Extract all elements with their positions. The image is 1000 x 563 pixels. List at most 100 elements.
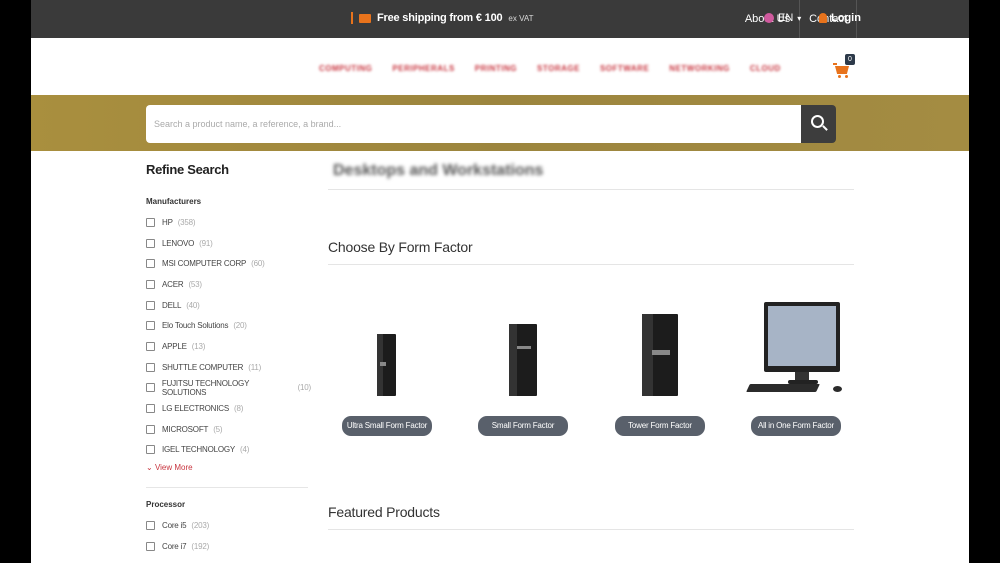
filter-sidebar: Refine Search Manufacturers HP (358) LENO… xyxy=(146,162,311,557)
filter-apple[interactable]: APPLE (13) xyxy=(146,336,311,357)
search-band: Search a product name, a reference, a br… xyxy=(31,95,969,151)
search-button[interactable] xyxy=(801,105,836,143)
filter-lg[interactable]: LG ELECTRONICS (8) xyxy=(146,398,311,419)
category-title: Desktops and Workstations xyxy=(333,162,544,179)
filter-count: (91) xyxy=(199,238,213,248)
chevron-down-icon: ⌄ xyxy=(146,463,153,473)
all-in-one-pc-image[interactable] xyxy=(764,302,840,372)
filter-label: IGEL TECHNOLOGY xyxy=(162,445,236,455)
filter-core-i5[interactable]: Core i5 (203) xyxy=(146,515,311,536)
filter-label: Core i5 xyxy=(162,521,187,531)
checkbox[interactable] xyxy=(146,279,155,289)
login-link[interactable]: Login xyxy=(819,12,861,24)
tower-pc-image[interactable] xyxy=(642,314,678,396)
search-input[interactable]: Search a product name, a reference, a br… xyxy=(146,105,801,143)
filter-label: MSI COMPUTER CORP xyxy=(162,259,247,269)
filter-hp[interactable]: HP (358) xyxy=(146,212,311,233)
checkbox[interactable] xyxy=(146,445,155,455)
filter-dell[interactable]: DELL (40) xyxy=(146,295,311,316)
top-bar: Free shipping from € 100 ex VAT About Us… xyxy=(31,0,969,38)
mouse-image xyxy=(833,386,842,392)
user-icon xyxy=(819,13,827,23)
checkbox[interactable] xyxy=(146,259,155,269)
checkbox[interactable] xyxy=(146,321,155,331)
nav-item-cloud[interactable]: CLOUD xyxy=(750,64,781,73)
filter-label: APPLE xyxy=(162,341,187,351)
filter-count: (11) xyxy=(248,362,262,372)
checkbox[interactable] xyxy=(146,383,155,393)
filter-label: MICROSOFT xyxy=(162,424,209,434)
checkbox[interactable] xyxy=(146,341,155,351)
featured-products-title: Featured Products xyxy=(328,504,440,520)
filter-igel[interactable]: IGEL TECHNOLOGY (4) xyxy=(146,440,311,461)
nav-item-software[interactable]: SOFTWARE xyxy=(600,64,649,73)
filter-label: LG ELECTRONICS xyxy=(162,404,229,414)
shipping-text: Free shipping from € 100 xyxy=(377,12,503,24)
nav-menu: COMPUTING PERIPHERALS PRINTING STORAGE S… xyxy=(319,64,781,73)
filter-count: (358) xyxy=(177,217,196,227)
filter-msi[interactable]: MSI COMPUTER CORP (60) xyxy=(146,253,311,274)
filter-count: (5) xyxy=(213,424,223,434)
language-selector[interactable]: EN ▾ xyxy=(764,12,801,24)
filter-label: HP xyxy=(162,217,173,227)
keyboard-image xyxy=(746,384,820,392)
nav-item-printing[interactable]: PRINTING xyxy=(475,64,517,73)
shipping-banner: Free shipping from € 100 ex VAT xyxy=(351,12,533,24)
nav-item-storage[interactable]: STORAGE xyxy=(537,64,580,73)
filter-label: SHUTTLE COMPUTER xyxy=(162,362,244,372)
cart-count-badge: 0 xyxy=(845,54,855,65)
processor-title: Processor xyxy=(146,500,186,510)
language-label: EN xyxy=(778,12,794,24)
divider xyxy=(351,12,353,24)
filter-label: ACER xyxy=(162,279,184,289)
nav-item-computing[interactable]: COMPUTING xyxy=(319,64,372,73)
view-more-label: View More xyxy=(154,463,193,473)
filter-core-i7[interactable]: Core i7 (192) xyxy=(146,536,311,557)
nav-item-peripherals[interactable]: PERIPHERALS xyxy=(392,64,454,73)
filter-microsoft[interactable]: MICROSOFT (5) xyxy=(146,419,311,440)
checkbox[interactable] xyxy=(146,424,155,434)
page: Free shipping from € 100 ex VAT About Us… xyxy=(31,0,969,563)
form-factor-title: Choose By Form Factor xyxy=(328,239,473,255)
checkbox[interactable] xyxy=(146,404,155,414)
filter-label: DELL xyxy=(162,300,182,310)
checkbox[interactable] xyxy=(146,300,155,310)
filter-elo[interactable]: Elo Touch Solutions (20) xyxy=(146,315,311,336)
view-more-link[interactable]: ⌄ View More xyxy=(146,463,311,472)
filter-count: (8) xyxy=(234,404,244,414)
small-pc-image[interactable] xyxy=(509,324,537,396)
checkbox[interactable] xyxy=(146,217,155,227)
checkbox[interactable] xyxy=(146,541,155,551)
filter-label: LENOVO xyxy=(162,238,195,248)
filter-count: (60) xyxy=(251,259,265,269)
checkbox[interactable] xyxy=(146,238,155,248)
filter-label: Core i7 xyxy=(162,541,187,551)
small-form-factor-button[interactable]: Small Form Factor xyxy=(478,416,568,436)
filter-count: (13) xyxy=(191,341,206,351)
filter-count: (53) xyxy=(188,279,202,289)
checkbox[interactable] xyxy=(146,521,155,531)
chevron-down-icon: ▾ xyxy=(797,13,802,23)
checkbox[interactable] xyxy=(146,362,155,372)
filter-lenovo[interactable]: LENOVO (91) xyxy=(146,233,311,254)
nav-item-networking[interactable]: NETWORKING xyxy=(669,64,730,73)
divider xyxy=(146,487,308,489)
ultra-small-pc-image[interactable] xyxy=(377,334,396,396)
filter-label: FUJITSU TECHNOLOGY SOLUTIONS xyxy=(161,378,250,397)
filter-count: (40) xyxy=(186,300,200,310)
all-in-one-form-factor-button[interactable]: All in One Form Factor xyxy=(751,416,841,436)
filter-count: (4) xyxy=(240,445,250,455)
filter-acer[interactable]: ACER (53) xyxy=(146,274,311,295)
filter-count: (10) xyxy=(297,383,312,393)
filter-label: Elo Touch Solutions xyxy=(162,321,229,331)
tower-form-factor-button[interactable]: Tower Form Factor xyxy=(615,416,705,436)
filter-shuttle[interactable]: SHUTTLE COMPUTER (11) xyxy=(146,357,311,378)
divider xyxy=(328,529,854,530)
divider xyxy=(328,264,854,265)
ultra-small-form-factor-button[interactable]: Ultra Small Form Factor xyxy=(342,416,432,436)
filter-fujitsu[interactable]: FUJITSU TECHNOLOGY SOLUTIONS (10) xyxy=(146,378,311,399)
shipping-suffix: ex VAT xyxy=(508,13,534,23)
main-nav: COMPUTING PERIPHERALS PRINTING STORAGE S… xyxy=(31,38,969,95)
divider xyxy=(328,189,854,190)
globe-icon xyxy=(764,13,774,23)
